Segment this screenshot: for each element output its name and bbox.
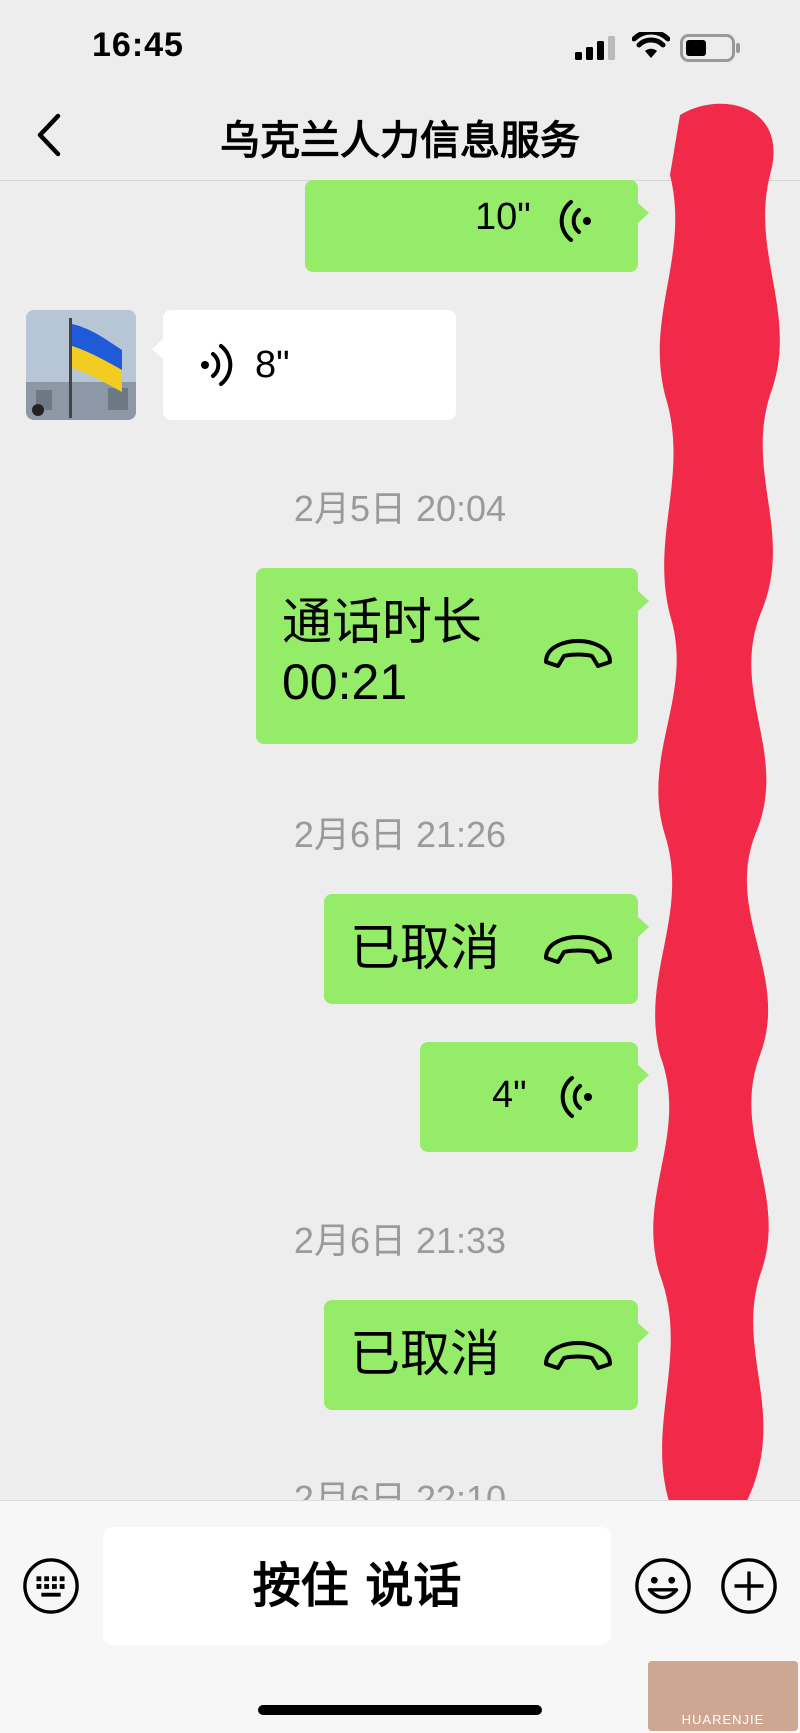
voice-out-icon — [560, 1076, 592, 1118]
emoji-icon[interactable] — [634, 1557, 692, 1615]
call-label: 通话时长 — [282, 593, 482, 651]
home-indicator[interactable] — [258, 1705, 542, 1715]
voice-in-icon — [201, 344, 233, 386]
phone-hangup-icon — [544, 1341, 612, 1370]
signal-icon — [575, 36, 615, 60]
keyboard-icon[interactable] — [22, 1557, 80, 1615]
input-bar: 按住 说话 HUARENJIE — [0, 1500, 800, 1733]
call-message-cancelled[interactable]: 已取消 — [324, 1300, 649, 1410]
voice-duration: 10" — [475, 196, 531, 238]
call-label: 已取消 — [350, 919, 500, 977]
contact-avatar[interactable] — [26, 310, 136, 420]
call-duration: 00:21 — [282, 654, 408, 710]
voice-message-in[interactable]: 8" — [152, 310, 456, 420]
voice-duration: 4" — [492, 1074, 527, 1116]
voice-message-out[interactable]: 10" — [305, 180, 649, 272]
call-label: 已取消 — [350, 1325, 500, 1383]
wifi-icon — [632, 32, 670, 58]
watermark-logo: HUARENJIE — [648, 1661, 798, 1731]
redaction-scribble — [653, 103, 780, 1506]
status-time: 16:45 — [92, 26, 184, 64]
phone-hangup-icon — [544, 639, 612, 668]
ukraine-flag-icon — [26, 310, 136, 420]
watermark-text: HUARENJIE — [681, 1712, 765, 1727]
call-message-cancelled[interactable]: 已取消 — [324, 894, 649, 1004]
voice-duration: 8" — [255, 344, 290, 386]
hold-to-talk-button[interactable]: 按住 说话 — [103, 1527, 611, 1645]
phone-hangup-icon — [544, 935, 612, 964]
plus-icon[interactable] — [720, 1557, 778, 1615]
voice-message-out[interactable]: 4" — [420, 1042, 649, 1152]
call-message-duration[interactable]: 通话时长 00:21 — [256, 568, 649, 744]
voice-out-icon — [559, 200, 591, 242]
battery-icon — [680, 34, 740, 62]
